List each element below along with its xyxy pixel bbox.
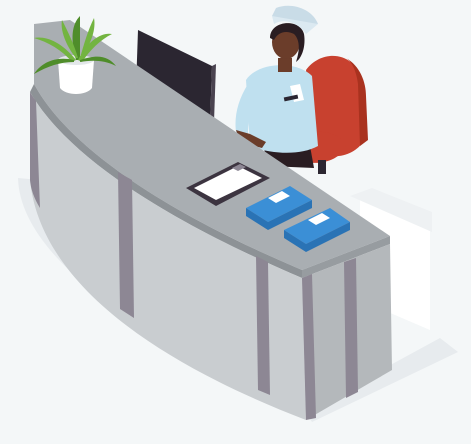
reception-desk-illustration: [18, 5, 458, 422]
